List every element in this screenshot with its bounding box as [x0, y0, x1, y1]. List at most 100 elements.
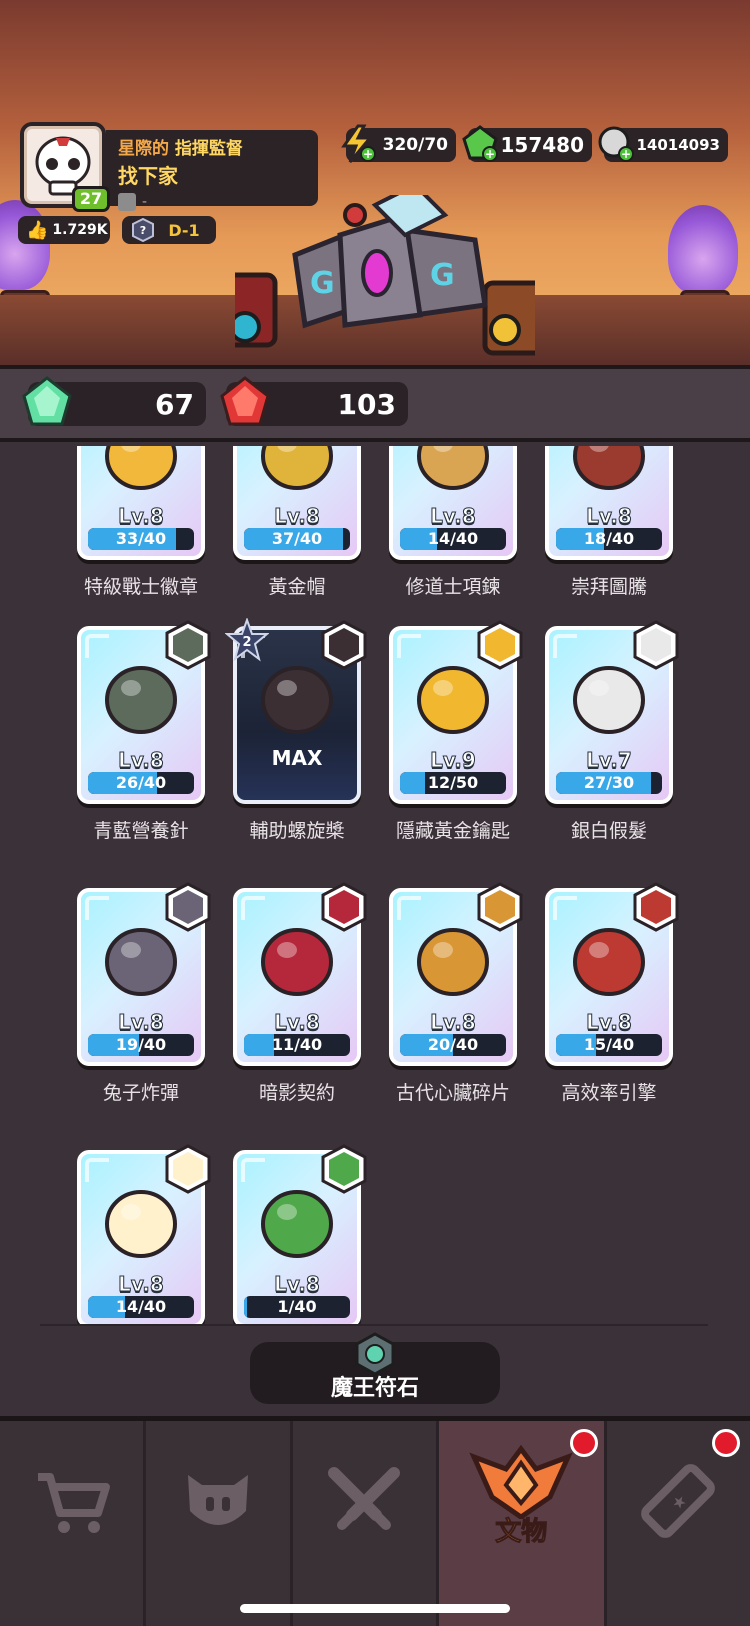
artifact-name: 銀白假髮 [570, 820, 647, 842]
profile-info: 星際的 指揮監督 找下家 - [106, 130, 318, 211]
artifact-progress-bar: 14/40 [88, 1296, 194, 1318]
green-gem-value: 67 [155, 387, 194, 421]
artifact-progress-text: 26/40 [115, 773, 167, 792]
artifact-level: Lv.8 [430, 1010, 477, 1035]
artifact-card[interactable]: 2 MAX 輔助螺旋槳 [225, 618, 367, 843]
artifact-card[interactable]: Lv.8 15/40 高效率引擎 [545, 882, 679, 1105]
artifact-card[interactable]: Lv.8 19/40 兔子炸彈 [77, 882, 211, 1105]
artifact-card-frame[interactable]: Lv.8 14/40 [389, 446, 517, 560]
artifact-card[interactable]: Lv.9 12/50 隱藏黃金鑰匙 [389, 620, 523, 843]
artifact-level: Lv.8 [586, 1010, 633, 1035]
likes-value: 1.729K [52, 222, 108, 238]
hero-portrait-icon [165, 882, 211, 932]
red-crystal-icon [220, 376, 270, 426]
artifact-card[interactable]: Lv.8 14/40 修道士項鍊 [389, 446, 517, 599]
coins-counter[interactable]: + 14014093 [598, 126, 728, 162]
artifact-crest-icon [469, 1445, 574, 1519]
artifact-progress-text: 20/40 [427, 1035, 479, 1054]
artifact-card[interactable]: Lv.8 37/40 黃金帽 [233, 446, 361, 599]
artifact-progress-text: 14/40 [115, 1297, 167, 1316]
artifact-card-frame[interactable]: Lv.8 18/40 [545, 446, 673, 560]
artifact-card[interactable]: Lv.8 14/40 [77, 1144, 211, 1326]
artifact-card-frame[interactable]: Lv.8 33/40 [77, 446, 205, 560]
artifact-name: 修道士項鍊 [405, 576, 501, 598]
artifact-progress-text: 33/40 [115, 529, 167, 548]
artifact-card-frame[interactable]: Lv.8 14/40 [77, 1144, 211, 1326]
artifact-level: Lv.8 [118, 748, 165, 773]
artifact-progress-text: 15/40 [583, 1035, 635, 1054]
silver-coin-icon: + [598, 126, 634, 162]
artifact-card-frame[interactable]: Lv.8 20/40 [389, 882, 523, 1066]
artifact-level: Lv.8 [430, 504, 477, 529]
artifact-card[interactable]: Lv.8 20/40 古代心臟碎片 [389, 882, 523, 1105]
gems-value: 157480 [500, 133, 585, 157]
artifact-progress-bar: 18/40 [556, 528, 662, 550]
artifact-card[interactable]: Lv.8 18/40 崇拜圖騰 [545, 446, 673, 599]
lightning-icon: + [341, 124, 376, 163]
artifact-progress-bar: 26/40 [88, 772, 194, 794]
energy-value: 320/70 [382, 135, 448, 155]
artifact-progress-text: 18/40 [583, 529, 635, 548]
artifact-card-frame[interactable]: 2 MAX [225, 618, 367, 804]
artifact-card-frame[interactable]: Lv.8 37/40 [233, 446, 361, 560]
artifact-level: Lv.8 [118, 504, 165, 529]
guild-info: - [118, 193, 306, 211]
notification-dot [569, 1429, 598, 1457]
energy-counter[interactable]: + 320/70 [341, 124, 456, 163]
artifact-name: 輔助螺旋槳 [249, 820, 345, 842]
artifact-card-frame[interactable]: Lv.9 12/50 [389, 620, 523, 804]
artifact-card[interactable]: Lv.8 1/40 [233, 1144, 367, 1326]
hero-portrait-icon [633, 620, 679, 670]
artifact-card[interactable]: Lv.8 11/40 暗影契約 [233, 882, 367, 1105]
notification-dot [711, 1429, 740, 1457]
artifact-progress-text: 12/50 [427, 773, 479, 792]
artifact-card[interactable]: Lv.8 26/40 青藍營養針 [77, 620, 211, 843]
nav-battle[interactable] [293, 1421, 439, 1626]
artifact-card-frame[interactable]: Lv.7 27/30 [545, 620, 679, 804]
player-level-badge: 27 [72, 186, 110, 212]
artifact-level: Lv.8 [118, 1010, 165, 1035]
red-gem-value: 103 [337, 387, 396, 421]
artifact-card[interactable]: Lv.8 33/40 特級戰士徽章 [77, 446, 205, 599]
artifact-progress-bar: 11/40 [244, 1034, 350, 1056]
artifact-progress-bar: 12/50 [400, 772, 506, 794]
nav-shop[interactable] [0, 1421, 147, 1626]
artifact-name: 古代心臟碎片 [395, 1082, 510, 1104]
hero-portrait-icon [477, 882, 523, 932]
coins-value: 14014093 [636, 136, 721, 154]
profile-card[interactable]: 星際的 指揮監督 找下家 - 27 [20, 122, 318, 212]
divider [40, 1324, 708, 1326]
artifact-progress-bar: 14/40 [400, 528, 506, 550]
player-title: 星際的 指揮監督 [118, 134, 306, 159]
artifact-card-frame[interactable]: Lv.8 11/40 [233, 882, 367, 1066]
artifact-name: 暗影契約 [258, 1082, 335, 1104]
artifact-card-frame[interactable]: Lv.8 26/40 [77, 620, 211, 804]
artifact-level: Lv.9 [430, 748, 477, 773]
hero-portrait-icon [321, 620, 367, 670]
nav-pet[interactable] [146, 1421, 293, 1626]
artifact-name: 高效率引擎 [561, 1082, 657, 1104]
crossed-swords-icon [328, 1467, 401, 1530]
hero-portrait-icon [477, 620, 523, 670]
demon-rune-button[interactable]: 魔王符石 [250, 1332, 500, 1404]
nav-artifacts[interactable]: 文物 [438, 1421, 607, 1626]
nav-ticket[interactable]: ★ [607, 1421, 750, 1626]
artifact-card-frame[interactable]: Lv.8 1/40 [233, 1144, 367, 1326]
likes-counter[interactable]: 👍 1.729K [18, 216, 110, 244]
artifact-card-frame[interactable]: Lv.8 19/40 [77, 882, 211, 1066]
thumbs-up-icon: 👍 [26, 219, 49, 241]
artifact-name: 黃金帽 [268, 576, 326, 598]
title-suffix: 指揮監督 [174, 139, 243, 159]
gem-count-bar: 67 103 [0, 365, 750, 442]
green-crystal-icon [22, 376, 72, 426]
artifact-level: Lv.8 [274, 1272, 321, 1297]
star-rank-value: 2 [242, 635, 251, 650]
artifact-card[interactable]: Lv.7 27/30 銀白假髮 [545, 620, 679, 843]
gems-counter[interactable]: + 157480 [462, 125, 592, 162]
rank-badge[interactable]: ? D-1 [122, 216, 216, 244]
svg-text:G: G [430, 258, 455, 293]
artifact-card-frame[interactable]: Lv.8 15/40 [545, 882, 679, 1066]
artifact-grid[interactable]: Lv.8 33/40 特級戰士徽章 Lv.8 37/40 黃金帽 Lv.8 14… [0, 446, 750, 1326]
green-gem-count: 67 [22, 376, 206, 426]
artifact-progress-bar: 20/40 [400, 1034, 506, 1056]
